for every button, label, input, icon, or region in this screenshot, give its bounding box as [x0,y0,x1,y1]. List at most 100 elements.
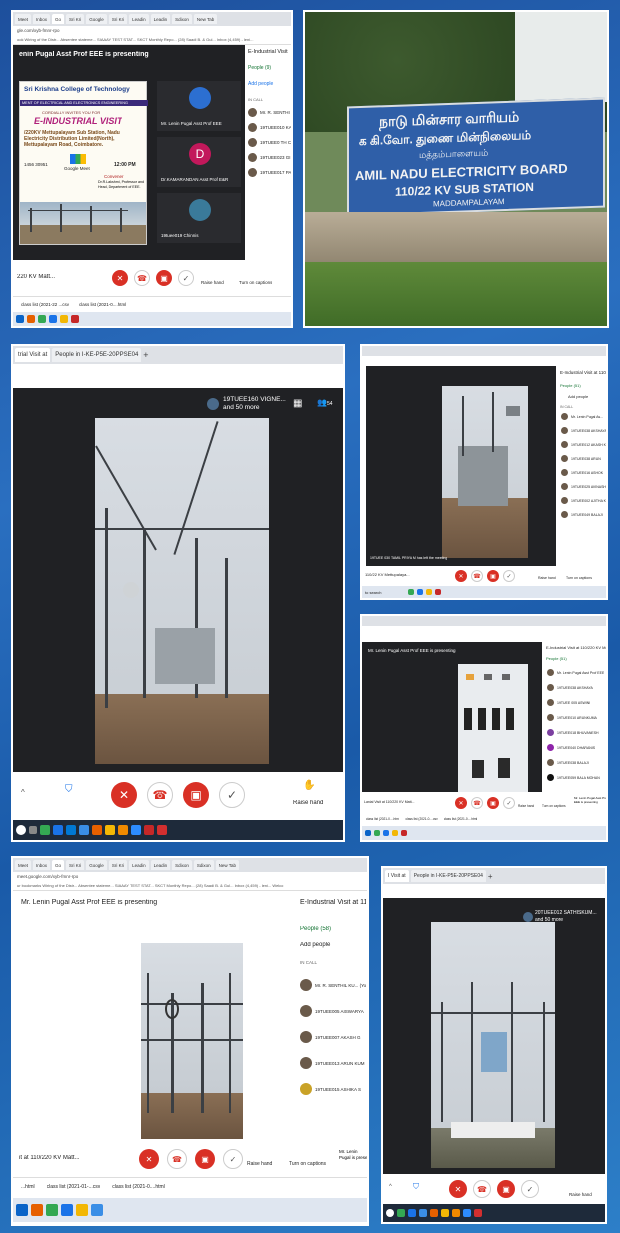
participant-tile[interactable]: D Dr.KAMARANDAN Asst Prof E&R [157,137,241,187]
hang-up-icon[interactable]: ☎ [471,797,483,809]
mail-icon[interactable] [91,1204,103,1216]
chrome-icon[interactable] [397,1209,405,1217]
browser-tab[interactable]: Leadin [150,860,171,870]
taskbar-search[interactable]: to search [365,590,405,595]
browser-tab[interactable]: Sri Kri [108,14,128,24]
camera-off-icon[interactable]: ▣ [487,797,499,809]
pdf-icon[interactable] [474,1209,482,1217]
download-item[interactable]: class list (2021-0....csv [405,817,437,821]
list-item[interactable]: Mr. R. SENTHIL KU... (Yo [300,979,367,991]
folder-icon[interactable] [105,825,115,835]
browser-tab[interactable]: Meet [15,14,32,24]
browser-tab[interactable]: I Visit at [385,870,409,882]
chrome-icon[interactable] [374,830,380,836]
chevron-up-icon[interactable]: ^ [389,1184,392,1190]
list-item[interactable]: 19TUEE038 BALAJI [547,759,606,766]
list-item[interactable]: 19TUEE038 ARUN [561,455,606,462]
folder-icon[interactable] [60,315,68,323]
mail-icon[interactable] [419,1209,427,1217]
list-item[interactable]: 19TUEE049 BALAJI [561,511,606,518]
browser-tab[interactable]: People in I-KE-P5E-20PPSE04 [410,870,486,882]
browser-tab[interactable]: trial Visit at [15,348,51,362]
folder-icon[interactable] [76,1204,88,1216]
task-view-icon[interactable] [29,826,37,834]
firefox-icon[interactable] [430,1209,438,1217]
browser-tab[interactable]: Sdixon [172,860,192,870]
firefox-icon[interactable] [31,1204,43,1216]
download-item[interactable]: class list (2021-0....html [112,1184,165,1190]
list-item[interactable]: 19TUEE015 ASHIKA S [300,1083,367,1095]
edge-icon[interactable] [53,825,63,835]
check-icon[interactable]: ✓ [503,570,515,582]
browser-tab[interactable]: New Tab [193,14,218,24]
list-item[interactable]: 19TUEE038 AKSHAYA [547,684,606,691]
chrome-icon[interactable] [46,1204,58,1216]
shield-icon[interactable]: ⛉ [65,784,73,795]
browser-tab[interactable]: Go [52,14,65,24]
camera-off-icon[interactable]: ▣ [156,270,172,286]
chrome-icon[interactable] [38,315,46,323]
download-item[interactable]: class list (2021-0....html [79,302,126,307]
check-icon[interactable]: ✓ [521,1180,539,1198]
download-item[interactable]: ...html [21,1184,35,1190]
start-icon[interactable] [365,830,371,836]
list-item[interactable]: 19TUEE012 AKASH K [561,441,606,448]
hang-up-icon[interactable]: ☎ [167,1149,187,1169]
edge-icon[interactable] [383,830,389,836]
browser-tab[interactable]: Google [86,860,107,870]
list-item[interactable]: Mr. R. SENTHI [248,108,291,117]
edge-icon[interactable] [49,315,57,323]
address-bar[interactable]: gle.com/xyb-fmnr-rpo [13,26,291,36]
list-item[interactable]: 19TUEE010 KAVYA [248,123,291,132]
raise-hand-button[interactable]: Raise hand [538,576,556,580]
raise-hand-icon[interactable]: ✋ [303,780,315,791]
download-item[interactable]: class list (2021-0....html [366,817,399,821]
hang-up-icon[interactable]: ☎ [471,570,483,582]
people-tab[interactable]: People (51) [560,383,606,388]
bookmarks-bar[interactable]: ook Wiring of the Distr... Absentee stat… [13,36,291,45]
browser-tab[interactable]: Sri Kri [66,14,85,24]
list-item[interactable]: 19TUEE016 ASHOK [561,469,606,476]
list-item[interactable]: 19TUEE007 AKASH G [300,1031,367,1043]
list-item[interactable]: 19TUEE025 AVINASH [561,483,606,490]
list-item[interactable]: 19TUEE010 ARUNKUMA [547,714,606,721]
edge-icon[interactable] [61,1204,73,1216]
list-item[interactable]: 19TUEE023 GI [248,153,291,162]
list-item[interactable]: 19TUEE002 AJITHA K [561,497,606,504]
camera-off-icon[interactable]: ▣ [183,782,209,808]
add-people-button[interactable]: Add people [300,942,366,948]
search-icon[interactable] [386,1209,394,1217]
download-item[interactable]: class list (2021-0....html [444,817,477,821]
captions-button[interactable]: Turn on captions [289,1161,326,1167]
new-tab-icon[interactable]: + [143,350,148,360]
folder-icon[interactable] [441,1209,449,1217]
list-item[interactable]: 19TUEE 005 ASWINI [547,699,606,706]
people-tab[interactable]: People (51) [546,656,606,661]
browser-tab[interactable]: Leadin [129,860,149,870]
captions-button[interactable]: Turn on captions [542,804,566,808]
mic-off-icon[interactable]: ✕ [449,1180,467,1198]
add-people-button[interactable]: Add people [248,81,290,87]
app-icon[interactable] [71,315,79,323]
app-icon[interactable] [401,830,407,836]
raise-hand-button[interactable]: Raise hand [247,1161,272,1167]
new-tab-icon[interactable]: + [488,872,493,881]
camera-off-icon[interactable]: ▣ [497,1180,515,1198]
mic-off-icon[interactable]: ✕ [139,1149,159,1169]
browser-tab[interactable]: Sri Kri [66,860,85,870]
mic-off-icon[interactable]: ✕ [111,782,137,808]
camera-off-icon[interactable]: ▣ [195,1149,215,1169]
browser-tab[interactable]: Sri Kri [108,860,128,870]
browser-tab[interactable]: Leadin [129,14,149,24]
list-item[interactable]: 19TUEE005 AISWARYA [300,1005,367,1017]
captions-button[interactable]: Turn on captions [566,576,592,580]
download-item[interactable]: class list (2021-01-...csv [47,1184,101,1190]
browser-tab[interactable]: Go [52,860,65,870]
mic-off-icon[interactable]: ✕ [112,270,128,286]
browser-tab[interactable]: Meet [15,860,32,870]
check-icon[interactable]: ✓ [503,797,515,809]
check-icon[interactable]: ✓ [178,270,194,286]
browser-tab[interactable]: Inbox [33,14,51,24]
list-item[interactable]: 19TUEE017 PA [248,168,291,177]
list-item[interactable]: 19TUEE013 ARUN KUM [300,1057,367,1069]
